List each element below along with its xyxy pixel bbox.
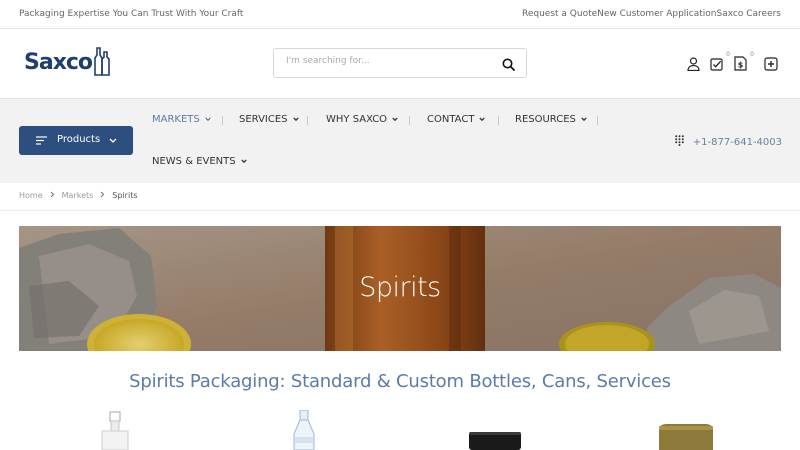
chevron-down-icon bbox=[109, 136, 117, 147]
nav-divider bbox=[307, 116, 308, 125]
top-utility-bar: Packaging Expertise You Can Trust With Y… bbox=[0, 0, 800, 29]
chevron-down-icon bbox=[581, 114, 587, 125]
nav-divider bbox=[409, 116, 410, 125]
search-icon[interactable] bbox=[502, 56, 516, 71]
product-image-gold-cap-bottle[interactable] bbox=[655, 424, 717, 450]
hero-banner: Spirits bbox=[19, 226, 781, 351]
logo-text: Saxco bbox=[24, 50, 93, 75]
nav-resources-label: RESOURCES bbox=[515, 114, 576, 125]
phone-contact[interactable]: +1-877-641-4003 bbox=[674, 135, 782, 149]
chevron-down-icon bbox=[240, 156, 247, 167]
checklist-icon[interactable]: 0 bbox=[710, 51, 730, 71]
add-to-list-icon[interactable] bbox=[764, 56, 778, 71]
top-links: Request a Quote New Customer Application… bbox=[522, 9, 781, 19]
nav-resources[interactable]: RESOURCES bbox=[515, 114, 587, 125]
chevron-down-icon bbox=[479, 114, 486, 125]
nav-divider bbox=[597, 116, 598, 125]
new-customer-application-link[interactable]: New Customer Application bbox=[597, 9, 716, 19]
search-box bbox=[273, 48, 527, 78]
chevron-down-icon bbox=[392, 114, 398, 125]
checklist-count: 0 bbox=[726, 51, 730, 58]
nav-why-saxco-label: WHY SAXCO bbox=[326, 114, 388, 125]
chevron-right-icon bbox=[50, 191, 55, 200]
nav-why-saxco[interactable]: WHY SAXCO bbox=[326, 114, 398, 125]
breadcrumb-markets[interactable]: Markets bbox=[62, 191, 94, 200]
phone-number: +1-877-641-4003 bbox=[692, 136, 782, 148]
breadcrumb-current: Spirits bbox=[112, 191, 138, 200]
product-image-flask-bottle[interactable] bbox=[287, 409, 321, 450]
quote-dollar-icon[interactable]: $ 0 bbox=[734, 51, 754, 71]
menu-lines-icon bbox=[36, 136, 48, 148]
saxco-careers-link[interactable]: Saxco Careers bbox=[717, 9, 781, 19]
divider bbox=[0, 210, 800, 211]
nav-news-events[interactable]: NEWS & EVENTS bbox=[152, 156, 247, 167]
svg-text:$: $ bbox=[738, 61, 744, 70]
bottles-logo-icon bbox=[94, 47, 110, 76]
nav-services-label: SERVICES bbox=[239, 114, 288, 125]
breadcrumb-home[interactable]: Home bbox=[19, 191, 43, 200]
nav-contact-label: CONTACT bbox=[427, 114, 475, 125]
product-image-clear-bottle[interactable] bbox=[100, 408, 130, 450]
quote-count: 0 bbox=[750, 51, 754, 58]
nav-divider bbox=[498, 116, 499, 125]
search-input[interactable] bbox=[286, 56, 486, 66]
chevron-right-icon bbox=[100, 191, 105, 200]
chevron-down-icon bbox=[292, 114, 299, 125]
tagline: Packaging Expertise You Can Trust With Y… bbox=[19, 9, 244, 19]
logo[interactable]: Saxco bbox=[24, 47, 110, 76]
nav-markets[interactable]: MARKETS bbox=[152, 114, 211, 125]
breadcrumb: Home Markets Spirits bbox=[19, 191, 138, 200]
hero-title: Spirits bbox=[359, 272, 441, 303]
nav-markets-label: MARKETS bbox=[152, 114, 200, 125]
nav-services[interactable]: SERVICES bbox=[239, 114, 299, 125]
nav-news-events-label: NEWS & EVENTS bbox=[152, 156, 236, 167]
products-menu-button[interactable]: Products bbox=[19, 126, 133, 155]
page-heading: Spirits Packaging: Standard & Custom Bot… bbox=[129, 371, 671, 392]
keypad-icon bbox=[674, 135, 684, 149]
product-image-black-cap-bottle[interactable] bbox=[467, 432, 523, 450]
site-header: Saxco 0 bbox=[0, 29, 800, 98]
account-icon[interactable] bbox=[687, 56, 701, 72]
chevron-down-icon bbox=[205, 114, 211, 125]
nav-contact[interactable]: CONTACT bbox=[427, 114, 486, 125]
products-label: Products bbox=[57, 134, 101, 145]
request-quote-link[interactable]: Request a Quote bbox=[522, 9, 597, 19]
main-navigation: Products MARKETS SERVICES WHY SAXCO CONT… bbox=[0, 98, 800, 183]
nav-divider bbox=[222, 116, 223, 125]
